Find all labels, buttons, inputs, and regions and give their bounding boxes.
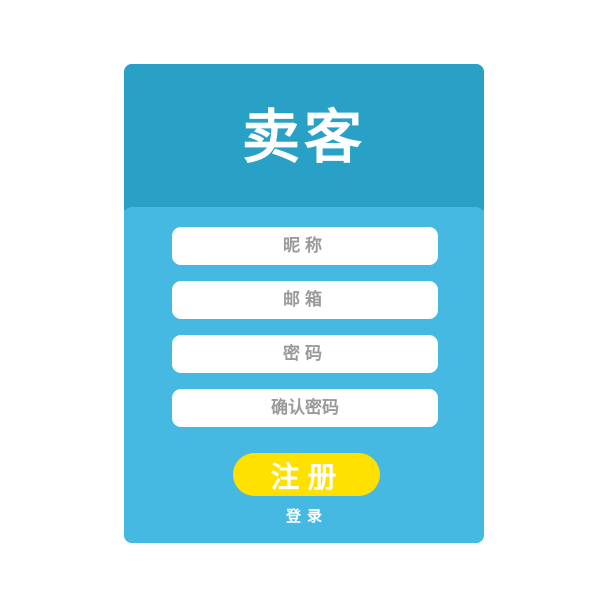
password-input[interactable] bbox=[172, 335, 438, 373]
register-card: 卖客 注册 登录 bbox=[124, 64, 484, 543]
confirm-password-input[interactable] bbox=[172, 389, 438, 427]
register-form: 注册 登录 bbox=[124, 207, 484, 543]
register-button[interactable]: 注册 bbox=[233, 453, 380, 496]
email-input[interactable] bbox=[172, 281, 438, 319]
card-header: 卖客 bbox=[124, 64, 484, 210]
brand-title: 卖客 bbox=[241, 103, 366, 171]
nickname-input[interactable] bbox=[172, 227, 438, 265]
login-link[interactable]: 登录 bbox=[124, 505, 484, 526]
